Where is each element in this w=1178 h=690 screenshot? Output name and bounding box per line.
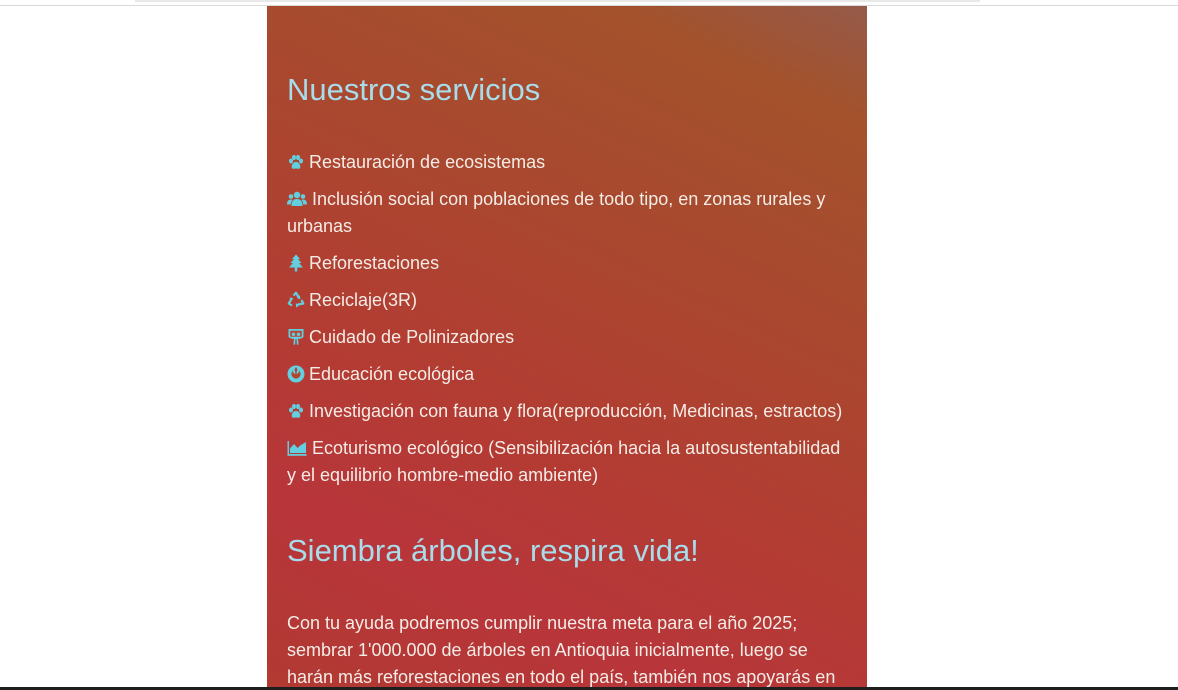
services-list: Restauración de ecosistemas Inclusión so… — [287, 149, 849, 499]
paw-icon — [287, 153, 305, 171]
users-icon — [287, 190, 307, 208]
service-label: Inclusión social con poblaciones de todo… — [287, 189, 826, 236]
list-item: Investigación con fauna y flora(reproduc… — [287, 398, 849, 425]
list-item: Inclusión social con poblaciones de todo… — [287, 186, 849, 240]
service-label: Investigación con fauna y flora(reproduc… — [309, 401, 843, 421]
list-item: Reciclaje(3R) — [287, 287, 849, 314]
service-label: Educación ecológica — [309, 364, 475, 384]
services-heading: Nuestros servicios — [287, 72, 541, 107]
list-item: Educación ecológica — [287, 361, 849, 388]
list-item: Reforestaciones — [287, 250, 849, 277]
service-label: Restauración de ecosistemas — [309, 152, 546, 172]
list-item: Ecoturismo ecológico (Sensibilización ha… — [287, 435, 849, 489]
rebel-icon — [287, 365, 305, 383]
plant-heading: Siembra árboles, respira vida! — [287, 533, 699, 568]
service-label: Reciclaje(3R) — [309, 290, 418, 310]
paw-icon — [287, 402, 305, 420]
service-label: Cuidado de Polinizadores — [309, 327, 515, 347]
tree-icon — [287, 254, 305, 272]
plant-paragraph: Con tu ayuda podremos cumplir nuestra me… — [287, 613, 836, 687]
area-chart-icon — [287, 439, 307, 457]
service-label: Reforestaciones — [309, 253, 440, 273]
list-item: Restauración de ecosistemas — [287, 149, 849, 176]
services-panel: Nuestros servicios Restauración de ecosi… — [267, 6, 867, 688]
scroll-track — [135, 0, 980, 2]
list-item: Cuidado de Polinizadores — [287, 324, 849, 351]
service-label: Ecoturismo ecológico (Sensibilización ha… — [287, 438, 841, 485]
slideshare-icon — [287, 328, 305, 346]
recycle-icon — [287, 291, 305, 309]
